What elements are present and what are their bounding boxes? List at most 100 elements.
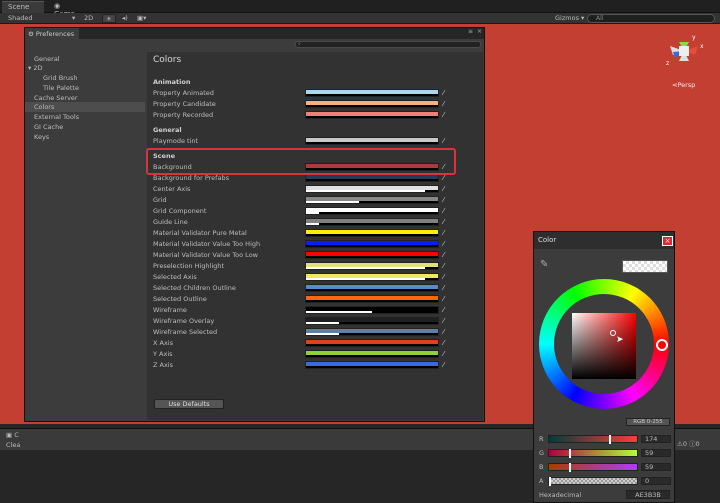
- slider-thumb[interactable]: [608, 435, 611, 444]
- eyedropper-icon[interactable]: ⁄: [443, 111, 450, 119]
- eyedropper-icon[interactable]: ⁄: [443, 229, 450, 237]
- channel-value-input[interactable]: 0: [641, 477, 671, 485]
- 2d-toggle[interactable]: 2D: [84, 14, 93, 23]
- scene-search-input[interactable]: All: [587, 14, 715, 23]
- eyedropper-icon[interactable]: ⁄: [443, 295, 450, 303]
- eyedropper-icon[interactable]: ⁄: [443, 89, 450, 97]
- alpha-bar: [306, 366, 435, 368]
- perspective-label[interactable]: ⋖Persp: [672, 81, 695, 89]
- color-row-label: Selected Children Outline: [153, 284, 236, 292]
- sidebar-item-grid-brush[interactable]: Grid Brush: [25, 73, 145, 83]
- color-swatch[interactable]: [305, 111, 439, 119]
- color-swatch[interactable]: [305, 284, 439, 292]
- eyedropper-icon[interactable]: ⁄: [443, 317, 450, 325]
- eyedropper-icon[interactable]: ⁄: [443, 251, 450, 259]
- sidebar-item-colors[interactable]: Colors: [25, 102, 145, 112]
- eyedropper-icon[interactable]: ⁄: [443, 350, 450, 358]
- color-swatch[interactable]: [305, 137, 439, 145]
- alpha-bar-remainder: [434, 245, 438, 247]
- clear-button[interactable]: Clea: [6, 441, 20, 449]
- channel-slider[interactable]: [548, 477, 638, 486]
- saturation-value-square[interactable]: [572, 313, 636, 379]
- color-swatch[interactable]: [305, 295, 439, 303]
- eyedropper-icon[interactable]: ⁄: [443, 185, 450, 193]
- hex-input[interactable]: AE3B3B: [626, 490, 670, 499]
- slider-thumb[interactable]: [569, 449, 572, 458]
- color-swatch[interactable]: [305, 328, 439, 336]
- eyedropper-icon[interactable]: ⁄: [443, 137, 450, 145]
- gizmos-label: Gizmos: [555, 14, 579, 22]
- sidebar-item-external-tools[interactable]: External Tools: [25, 112, 145, 122]
- editor-tab-bar: Scene ◉ Game: [0, 0, 720, 18]
- color-picker-titlebar[interactable]: Color: [534, 232, 674, 249]
- tab-game[interactable]: ◉ Game: [48, 1, 88, 18]
- hue-cursor[interactable]: [656, 339, 668, 351]
- color-swatch[interactable]: [305, 174, 439, 182]
- sidebar-item-2d[interactable]: ▾ 2D: [25, 63, 145, 73]
- orientation-gizmo-icon[interactable]: y x z: [660, 30, 708, 72]
- lighting-toggle-icon[interactable]: ☀: [102, 14, 116, 23]
- eyedropper-icon[interactable]: ⁄: [443, 240, 450, 248]
- color-swatch[interactable]: [305, 240, 439, 248]
- gizmos-dropdown[interactable]: Gizmos ▾: [555, 14, 584, 23]
- effects-dropdown-icon[interactable]: ▣▾: [137, 14, 146, 23]
- eyedropper-icon[interactable]: ⁄: [443, 339, 450, 347]
- eyedropper-icon[interactable]: ⁄: [443, 100, 450, 108]
- eyedropper-icon[interactable]: ⁄: [443, 174, 450, 182]
- color-swatch[interactable]: [305, 89, 439, 97]
- color-swatch[interactable]: [305, 218, 439, 226]
- sidebar-item-label: Keys: [34, 133, 50, 141]
- window-close-icon[interactable]: ×: [477, 28, 482, 35]
- color-swatch[interactable]: [305, 100, 439, 108]
- close-icon[interactable]: ×: [662, 236, 673, 246]
- channel-slider[interactable]: [548, 463, 638, 472]
- slider-thumb[interactable]: [569, 463, 572, 472]
- color-swatch[interactable]: [305, 262, 439, 270]
- sidebar-item-label: GI Cache: [34, 123, 64, 131]
- channel-slider[interactable]: [548, 449, 638, 458]
- eyedropper-icon[interactable]: ⁄: [443, 306, 450, 314]
- color-swatch[interactable]: [305, 207, 439, 215]
- color-swatch[interactable]: [305, 350, 439, 358]
- use-defaults-button[interactable]: Use Defaults: [154, 399, 224, 409]
- sidebar-item-tile-palette[interactable]: Tile Palette: [25, 83, 145, 93]
- color-swatch[interactable]: [305, 196, 439, 204]
- eyedropper-icon[interactable]: ⁄: [443, 218, 450, 226]
- tab-scene[interactable]: Scene: [2, 1, 44, 13]
- slider-thumb[interactable]: [549, 477, 551, 486]
- preferences-titlebar[interactable]: ⚙ Preferences ≡ ×: [25, 28, 484, 39]
- eyedropper-icon[interactable]: ⁄: [443, 273, 450, 281]
- alpha-bar-remainder: [434, 300, 438, 302]
- sidebar-item-label: External Tools: [34, 113, 80, 121]
- color-swatch[interactable]: [305, 339, 439, 347]
- channel-value-input[interactable]: 174: [641, 435, 671, 443]
- eyedropper-icon[interactable]: ⁄: [443, 196, 450, 204]
- eyedropper-icon[interactable]: ⁄: [443, 262, 450, 270]
- audio-toggle-icon[interactable]: ◂): [122, 14, 128, 23]
- eyedropper-icon[interactable]: ⁄: [443, 207, 450, 215]
- color-swatch[interactable]: [305, 317, 439, 325]
- alpha-bar: [306, 190, 425, 192]
- shading-dropdown[interactable]: Shaded: [8, 14, 32, 23]
- color-swatch[interactable]: [305, 251, 439, 259]
- shading-chevron-icon[interactable]: ▾: [72, 14, 75, 23]
- window-menu-icon[interactable]: ≡: [468, 28, 473, 35]
- color-swatch[interactable]: [305, 185, 439, 193]
- console-tab[interactable]: ▣ C: [6, 431, 19, 439]
- preferences-tab[interactable]: ⚙ Preferences: [25, 28, 79, 39]
- eyedropper-icon[interactable]: ⁄: [443, 284, 450, 292]
- channel-value-input[interactable]: 59: [641, 449, 671, 457]
- eyedropper-icon[interactable]: ✎: [540, 259, 548, 270]
- color-swatch[interactable]: [305, 273, 439, 281]
- preferences-search-input[interactable]: ⌕: [295, 41, 481, 48]
- color-swatch[interactable]: [305, 361, 439, 369]
- eyedropper-icon[interactable]: ⁄: [443, 361, 450, 369]
- color-swatch[interactable]: [305, 306, 439, 314]
- channel-value-input[interactable]: 59: [641, 463, 671, 471]
- color-swatch[interactable]: [305, 229, 439, 237]
- sidebar-item-gi-cache[interactable]: GI Cache: [25, 122, 145, 132]
- channel-slider[interactable]: [548, 435, 638, 444]
- color-mode-dropdown[interactable]: RGB 0-255: [626, 418, 670, 426]
- sidebar-item-keys[interactable]: Keys: [25, 132, 145, 142]
- eyedropper-icon[interactable]: ⁄: [443, 328, 450, 336]
